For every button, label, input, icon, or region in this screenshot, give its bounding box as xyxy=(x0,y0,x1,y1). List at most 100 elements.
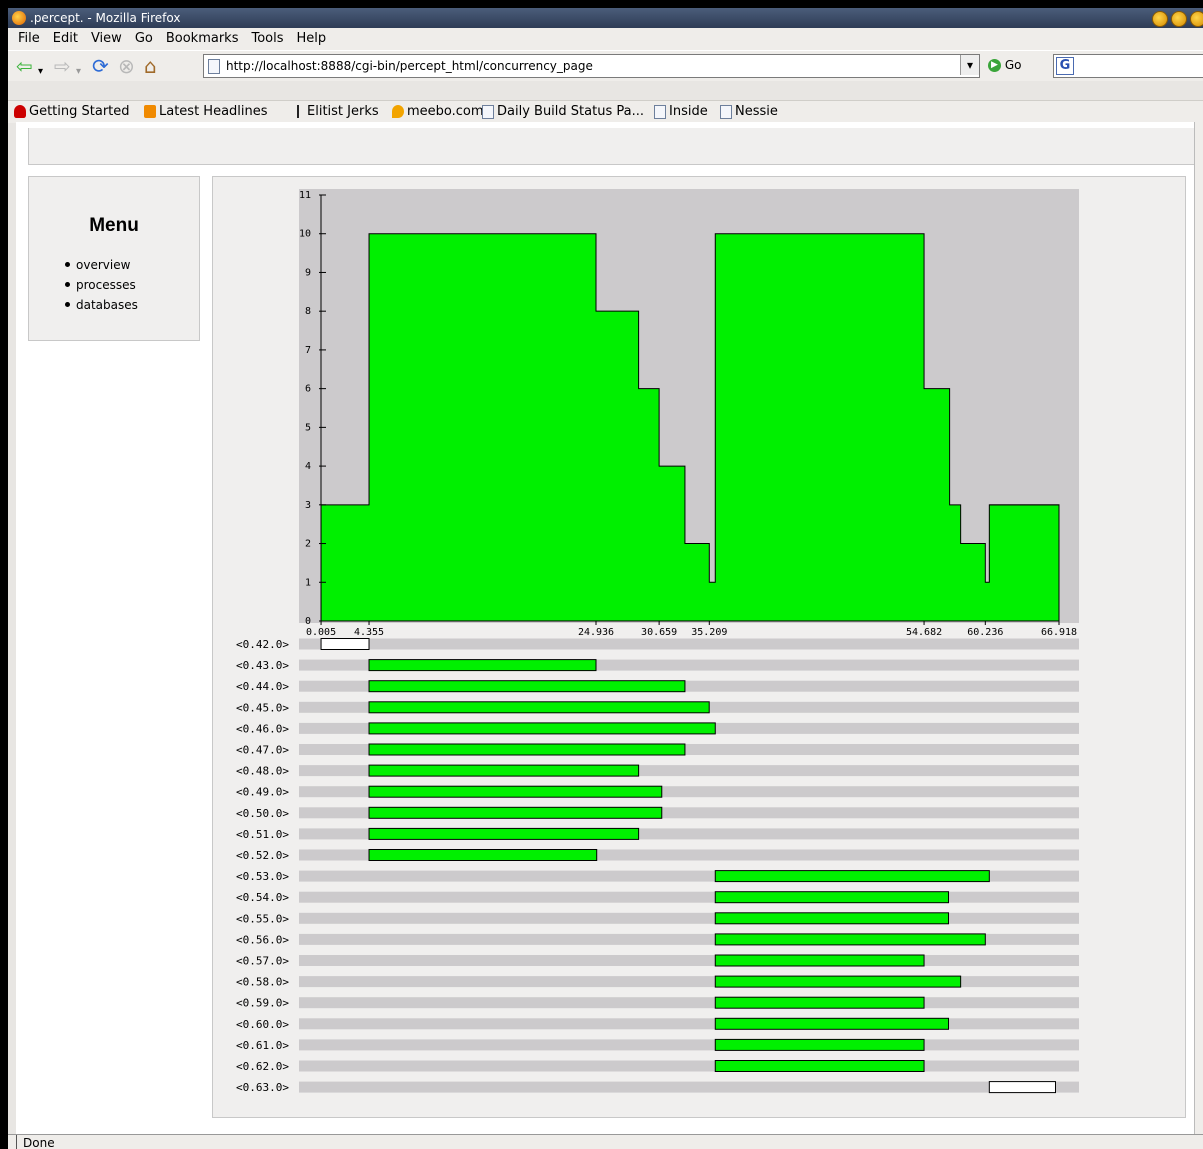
menu-view[interactable]: View xyxy=(91,28,122,50)
home-icon[interactable]: ⌂ xyxy=(144,55,157,77)
page-icon xyxy=(720,104,732,119)
reload-icon[interactable]: ⟳ xyxy=(92,55,109,77)
process-label: <0.46.0> xyxy=(236,722,289,735)
google-icon: G xyxy=(1056,57,1074,75)
close-icon[interactable] xyxy=(1190,11,1203,27)
y-tick-label: 7 xyxy=(305,345,311,356)
go-label: Go xyxy=(1004,58,1022,72)
bookmarks-toolbar: Getting Started Latest Headlines Elitist J… xyxy=(8,100,1203,123)
process-label: <0.47.0> xyxy=(236,744,289,757)
process-bar xyxy=(714,933,986,946)
rss-icon xyxy=(144,105,156,118)
vertical-scrollbar[interactable] xyxy=(1194,122,1203,1134)
process-bar xyxy=(368,849,598,861)
menu-title: Menu xyxy=(89,215,139,236)
process-label: <0.50.0> xyxy=(236,807,289,820)
y-tick-label: 4 xyxy=(305,461,311,472)
process-label: <0.49.0> xyxy=(236,786,289,799)
process-label: <0.58.0> xyxy=(236,976,289,989)
bookmark-label: Inside xyxy=(669,104,708,119)
menu-link-processes[interactable]: processes xyxy=(76,278,136,292)
menu-panel: Menu overview processes databases xyxy=(28,176,200,341)
process-lane xyxy=(299,955,1079,966)
menu-item-databases[interactable]: databases xyxy=(65,295,138,315)
process-lane xyxy=(299,976,1079,988)
url-dropdown-icon[interactable]: ▾ xyxy=(960,55,979,75)
minimize-icon[interactable] xyxy=(1152,11,1168,27)
bookmark-label: meebo.com xyxy=(407,104,484,119)
y-tick-label: 2 xyxy=(305,539,311,550)
process-bar xyxy=(714,975,962,988)
bookmark-3[interactable]: meebo.com xyxy=(392,101,484,123)
title-bar: .percept. - Mozilla Firefox xyxy=(8,8,1203,28)
process-label: <0.55.0> xyxy=(236,912,289,925)
process-bar xyxy=(714,1017,950,1030)
menu-link-overview[interactable]: overview xyxy=(76,258,130,272)
menu-item-overview[interactable]: overview xyxy=(65,255,138,275)
process-bar xyxy=(714,912,950,925)
process-lane xyxy=(299,638,1079,650)
y-tick-label: 11 xyxy=(299,190,311,201)
menu-bookmarks[interactable]: Bookmarks xyxy=(166,28,239,50)
x-tick-label: 24.936 xyxy=(578,627,614,638)
search-input[interactable]: G xyxy=(1053,54,1203,78)
process-label: <0.56.0> xyxy=(236,933,289,946)
back-arrow-icon[interactable]: ⇦ xyxy=(16,55,33,77)
process-bar xyxy=(368,659,597,672)
process-bar xyxy=(368,785,663,798)
bookmark-6[interactable]: Nessie xyxy=(720,101,778,123)
bookmark-label: Latest Headlines xyxy=(159,104,268,119)
process-bar xyxy=(714,954,925,967)
bookmark-0[interactable]: Getting Started xyxy=(14,101,130,123)
x-tick-label: 30.659 xyxy=(641,627,677,638)
menu-help[interactable]: Help xyxy=(297,28,327,50)
maximize-icon[interactable] xyxy=(1171,11,1187,27)
process-lane xyxy=(299,1060,1079,1072)
url-field[interactable]: http://localhost:8888/cgi-bin/percept_ht… xyxy=(203,54,980,78)
status-bar: Done xyxy=(8,1134,1203,1149)
menu-list: overview processes databases xyxy=(65,255,138,315)
process-label: <0.54.0> xyxy=(236,891,289,904)
x-tick-label: 54.682 xyxy=(906,627,942,638)
process-lane xyxy=(299,997,1079,1009)
process-lane xyxy=(299,1018,1079,1030)
back-dropdown-icon[interactable]: ▾ xyxy=(38,61,43,83)
status-text: Done xyxy=(16,1135,55,1149)
bookmark-1[interactable]: Latest Headlines xyxy=(144,101,268,123)
process-label: <0.60.0> xyxy=(236,1018,289,1031)
bookmark-2[interactable]: Elitist Jerks xyxy=(292,101,379,123)
menu-tools[interactable]: Tools xyxy=(251,28,283,50)
y-tick-label: 9 xyxy=(305,267,311,278)
menu-file[interactable]: File xyxy=(18,28,40,50)
menu-edit[interactable]: Edit xyxy=(53,28,78,50)
process-label: <0.44.0> xyxy=(236,680,289,693)
bookmark-4[interactable]: Daily Build Status Pa... xyxy=(482,101,644,123)
menu-go[interactable]: Go xyxy=(135,28,153,50)
process-bar xyxy=(714,1060,925,1072)
process-label: <0.63.0> xyxy=(236,1081,289,1094)
process-label: <0.51.0> xyxy=(236,828,289,841)
process-bar xyxy=(988,1081,1056,1094)
window-title: .percept. - Mozilla Firefox xyxy=(30,11,181,25)
go-button[interactable]: ▶ Go xyxy=(988,56,1021,74)
x-tick-label: 66.918 xyxy=(1041,627,1077,638)
process-label: <0.57.0> xyxy=(236,955,289,968)
process-label: <0.45.0> xyxy=(236,701,289,714)
menu-link-databases[interactable]: databases xyxy=(76,298,138,312)
process-label: <0.62.0> xyxy=(236,1060,289,1073)
process-label: <0.42.0> xyxy=(236,638,289,651)
page-icon xyxy=(482,104,494,119)
menu-item-processes[interactable]: processes xyxy=(65,275,138,295)
firefox-icon xyxy=(12,11,26,25)
forward-arrow-icon[interactable]: ⇨ xyxy=(54,55,71,77)
process-lane xyxy=(299,891,1079,903)
process-lane xyxy=(299,1039,1079,1051)
process-bar xyxy=(368,680,686,693)
y-tick-label: 0 xyxy=(305,616,311,627)
process-label: <0.53.0> xyxy=(236,870,289,883)
main-panel: 0 1 2 3 4 5 6 7 8 9 10 11 0.005 4.355 24.936 30.659 35.2… xyxy=(212,176,1186,1118)
stop-icon[interactable]: ⊗ xyxy=(118,55,135,77)
y-tick-label: 1 xyxy=(305,577,311,588)
bookmark-5[interactable]: Inside xyxy=(654,101,708,123)
forward-dropdown-icon[interactable]: ▾ xyxy=(76,61,81,83)
